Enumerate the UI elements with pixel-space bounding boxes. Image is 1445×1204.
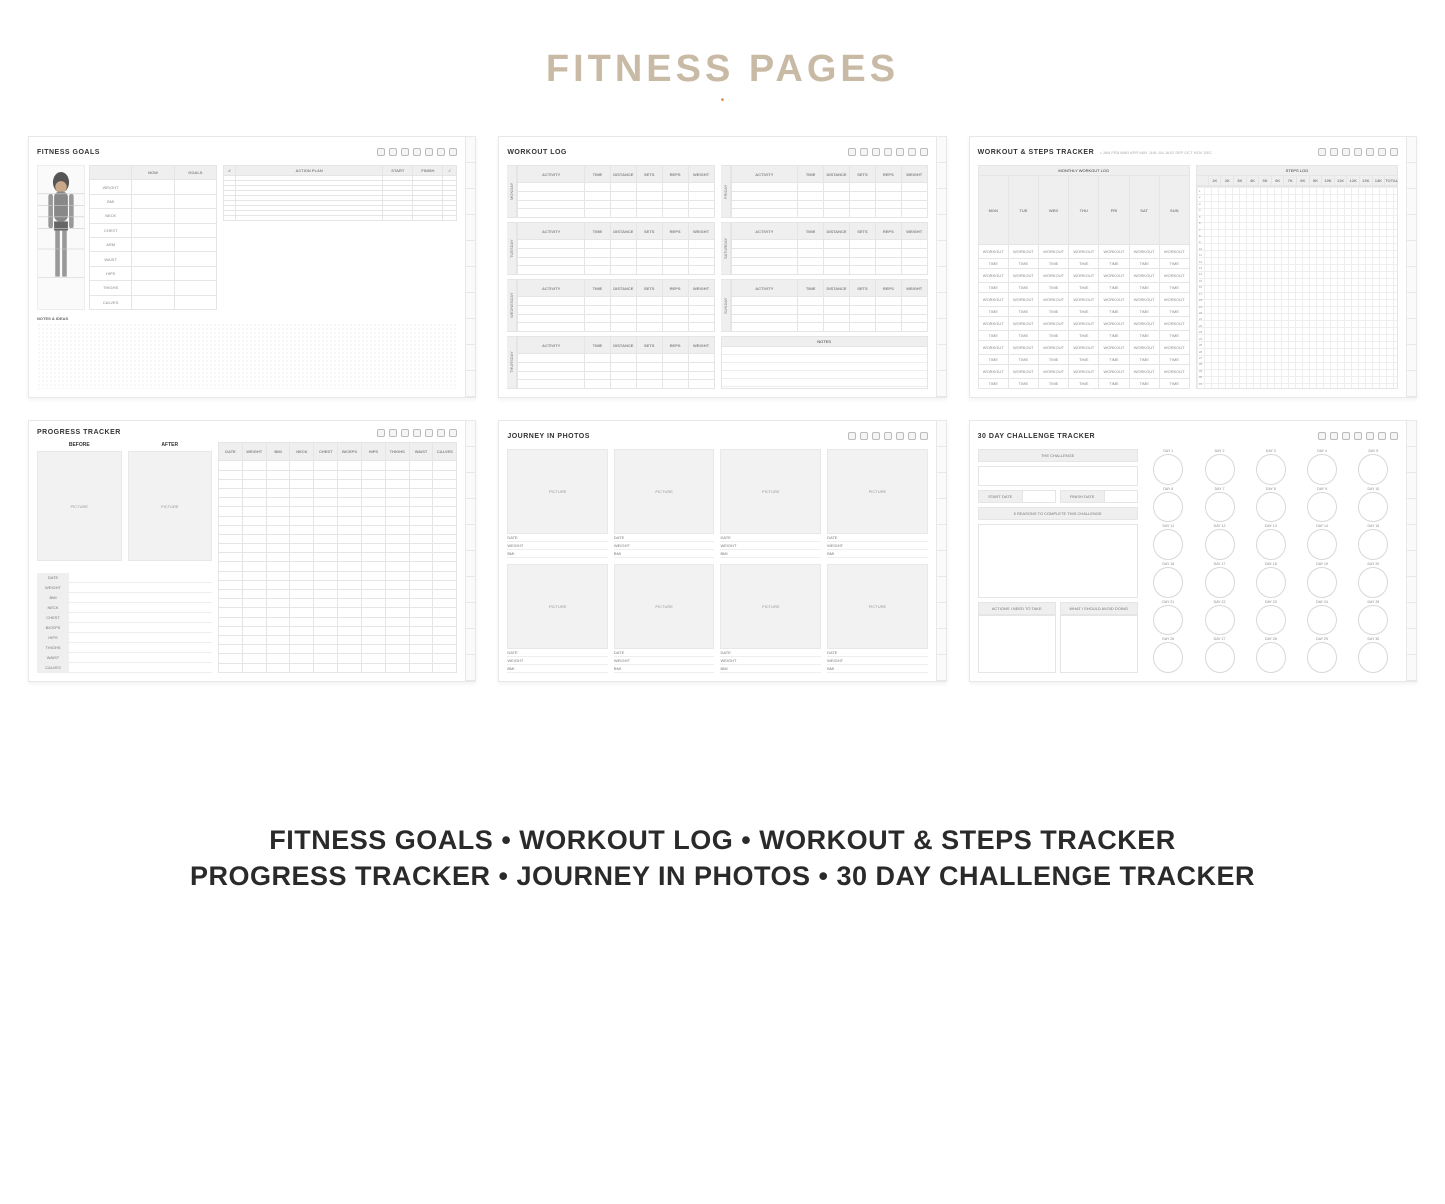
steps-log-title: STEPS LOG: [1196, 165, 1398, 175]
footer: FITNESS GOALS • WORKOUT LOG • WORKOUT & …: [0, 822, 1445, 895]
page-title: FITNESS PAGES: [0, 48, 1445, 91]
toolbar-icons: [1318, 432, 1398, 440]
card-title: WORKOUT & STEPS TRACKER: [978, 149, 1095, 156]
templates-grid: FITNESS GOALS: [0, 136, 1445, 682]
toolbar-icons: [377, 148, 457, 156]
days-grid: DAY 1 DAY 2 DAY 3 DAY 4 DAY 5 DAY 6 DAY …: [1144, 449, 1398, 673]
template-30-day-challenge: 30 DAY CHALLENGE TRACKER THE CHALLENGE S…: [969, 420, 1417, 682]
reasons-textbox: [978, 524, 1138, 598]
measurements-table: NOWGOALS WEIGHTBMINECKCHESTARMWAISTHIPST…: [89, 165, 217, 310]
start-date-label: START DATE: [978, 490, 1023, 503]
card-title: JOURNEY IN PHOTOS: [507, 433, 590, 440]
after-label: AFTER: [128, 442, 213, 448]
card-title: PROGRESS TRACKER: [37, 429, 121, 436]
template-fitness-goals: FITNESS GOALS: [28, 136, 476, 398]
template-progress-tracker: PROGRESS TRACKER BEFORE PICTURE AFTER PI…: [28, 420, 476, 682]
finish-date-label: FINISH DATE: [1060, 490, 1105, 503]
finish-date-value: [1105, 490, 1138, 503]
side-tabs: [936, 421, 946, 681]
months-list: • JAN FEB MAR APR MAY JUN JUL AUG SEP OC…: [1100, 150, 1212, 155]
avoid-textbox: [1060, 615, 1138, 674]
start-date-value: [1023, 490, 1056, 503]
challenge-textbox: [978, 466, 1138, 486]
avoid-label: WHAT I SHOULD AVOID DOING: [1060, 602, 1138, 615]
reasons-label: 5 REASONS TO COMPLETE THIS CHALLENGE: [978, 507, 1138, 520]
picture-placeholder: PICTURE: [128, 451, 213, 561]
progress-table: DATEWEIGHTBMINECKCHESTBICEPSHIPSTHIGHSWA…: [218, 442, 457, 673]
monthly-log-table: MONTUEWEDTHUFRISATSUNWORKOUTWORKOUTWORKO…: [978, 175, 1190, 389]
side-tabs: [465, 137, 475, 397]
template-workout-steps: WORKOUT & STEPS TRACKER • JAN FEB MAR AP…: [969, 136, 1417, 398]
notes-label: NOTES & IDEAS: [37, 316, 457, 321]
toolbar-icons: [1318, 148, 1398, 156]
challenge-label: THE CHALLENGE: [978, 449, 1138, 462]
footer-line-2: PROGRESS TRACKER • JOURNEY IN PHOTOS • 3…: [0, 858, 1445, 894]
before-label: BEFORE: [37, 442, 122, 448]
toolbar-icons: [377, 429, 457, 437]
monthly-log-title: MONTHLY WORKOUT LOG: [978, 165, 1190, 175]
toolbar-icons: [848, 148, 928, 156]
notes-area: [37, 323, 457, 389]
decorative-dot: •: [0, 95, 1445, 106]
body-figure: [37, 165, 85, 310]
side-tabs: [465, 421, 475, 681]
steps-grid: 1234567891011121314151617181920212223242…: [1196, 186, 1398, 389]
side-tabs: [936, 137, 946, 397]
picture-placeholder: PICTURE: [37, 451, 122, 561]
actions-textbox: [978, 615, 1056, 674]
actions-label: ACTIONS I NEED TO TAKE: [978, 602, 1056, 615]
side-tabs: [1406, 421, 1416, 681]
steps-header-row: 1K2K3K4K5K6K7K8K9K10K11K12K13K14KTOTAL: [1196, 175, 1398, 186]
toolbar-icons: [848, 432, 928, 440]
card-title: WORKOUT LOG: [507, 149, 567, 156]
template-journey-photos: JOURNEY IN PHOTOS PICTURE DATEWEIGHTBMI …: [498, 420, 946, 682]
card-title: FITNESS GOALS: [37, 149, 100, 156]
card-title: 30 DAY CHALLENGE TRACKER: [978, 433, 1095, 440]
action-plan-table: # ACTION PLAN START FINISH ✓: [223, 165, 457, 221]
measurement-rows: DATEWEIGHTBMINECKCHESTBICEPSHIPSTHIGHSWA…: [37, 573, 212, 673]
template-workout-log: WORKOUT LOG MONDAY ACTIVITYTIMEDISTANCES…: [498, 136, 946, 398]
side-tabs: [1406, 137, 1416, 397]
footer-line-1: FITNESS GOALS • WORKOUT LOG • WORKOUT & …: [0, 822, 1445, 858]
